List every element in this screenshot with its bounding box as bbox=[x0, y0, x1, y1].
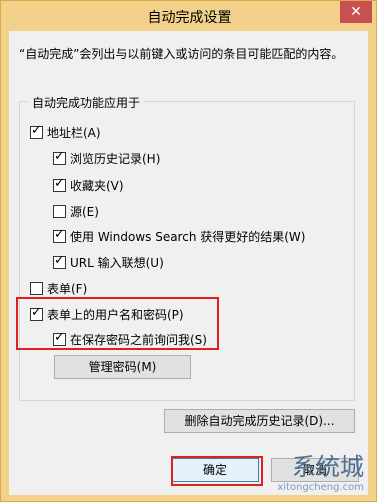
address-bar-checkbox[interactable] bbox=[30, 123, 43, 139]
close-icon: ✕ bbox=[350, 4, 362, 20]
group-label: 自动完成功能应用于 bbox=[28, 94, 145, 111]
settings-dialog: 自动完成设置 ✕ “自动完成”会列出与以前键入或访问的条目可能匹配的内容。 自动… bbox=[0, 0, 377, 502]
feeds-checkbox[interactable] bbox=[53, 204, 66, 218]
usernames-passwords-label: 表单上的用户名和密码(P) bbox=[47, 307, 184, 322]
autocomplete-group: 自动完成功能应用于 地址栏(A) 浏览历史记录(H) 收藏夹(V) 源(E) bbox=[16, 94, 355, 401]
browsing-history-checkbox[interactable] bbox=[53, 149, 66, 165]
ask-before-saving-checkbox[interactable] bbox=[53, 330, 66, 346]
feeds-label: 源(E) bbox=[70, 204, 99, 219]
forms-option[interactable]: 表单(F) bbox=[30, 280, 87, 296]
dialog-content: “自动完成”会列出与以前键入或访问的条目可能匹配的内容。 自动完成功能应用于 地… bbox=[9, 31, 368, 495]
windows-search-label: 使用 Windows Search 获得更好的结果(W) bbox=[70, 229, 306, 244]
watermark-url: xitongcheng.com bbox=[277, 482, 364, 493]
ok-highlight-box bbox=[171, 456, 263, 486]
description-text: “自动完成”会列出与以前键入或访问的条目可能匹配的内容。 bbox=[19, 47, 344, 61]
browsing-history-option[interactable]: 浏览历史记录(H) bbox=[53, 149, 161, 166]
feeds-option[interactable]: 源(E) bbox=[53, 203, 99, 219]
favorites-option[interactable]: 收藏夹(V) bbox=[53, 176, 124, 193]
ask-before-saving-label: 在保存密码之前询问我(S) bbox=[70, 332, 207, 347]
windows-search-checkbox[interactable] bbox=[53, 227, 66, 243]
favorites-label: 收藏夹(V) bbox=[70, 178, 124, 193]
manage-passwords-button[interactable]: 管理密码(M) bbox=[54, 355, 191, 379]
favorites-checkbox[interactable] bbox=[53, 176, 66, 192]
forms-label: 表单(F) bbox=[47, 281, 88, 296]
address-bar-option[interactable]: 地址栏(A) bbox=[30, 123, 101, 140]
windows-search-option[interactable]: 使用 Windows Search 获得更好的结果(W) bbox=[53, 227, 306, 244]
url-suggestions-option[interactable]: URL 输入联想(U) bbox=[53, 253, 164, 270]
forms-checkbox[interactable] bbox=[30, 281, 43, 295]
watermark-logo: 系统城 bbox=[292, 453, 364, 481]
address-bar-label: 地址栏(A) bbox=[47, 125, 101, 140]
title-bar[interactable]: 自动完成设置 ✕ bbox=[1, 1, 377, 31]
ask-before-saving-option[interactable]: 在保存密码之前询问我(S) bbox=[53, 330, 207, 347]
browsing-history-label: 浏览历史记录(H) bbox=[70, 151, 161, 166]
usernames-passwords-option[interactable]: 表单上的用户名和密码(P) bbox=[30, 305, 184, 322]
dialog-title: 自动完成设置 bbox=[147, 10, 232, 26]
url-suggestions-label: URL 输入联想(U) bbox=[70, 255, 164, 270]
url-suggestions-checkbox[interactable] bbox=[53, 253, 66, 269]
usernames-passwords-checkbox[interactable] bbox=[30, 305, 43, 321]
watermark: 系统城 xitongcheng.com bbox=[277, 447, 364, 493]
delete-history-button[interactable]: 删除自动完成历史记录(D)... bbox=[164, 409, 355, 433]
close-button[interactable]: ✕ bbox=[340, 1, 372, 23]
